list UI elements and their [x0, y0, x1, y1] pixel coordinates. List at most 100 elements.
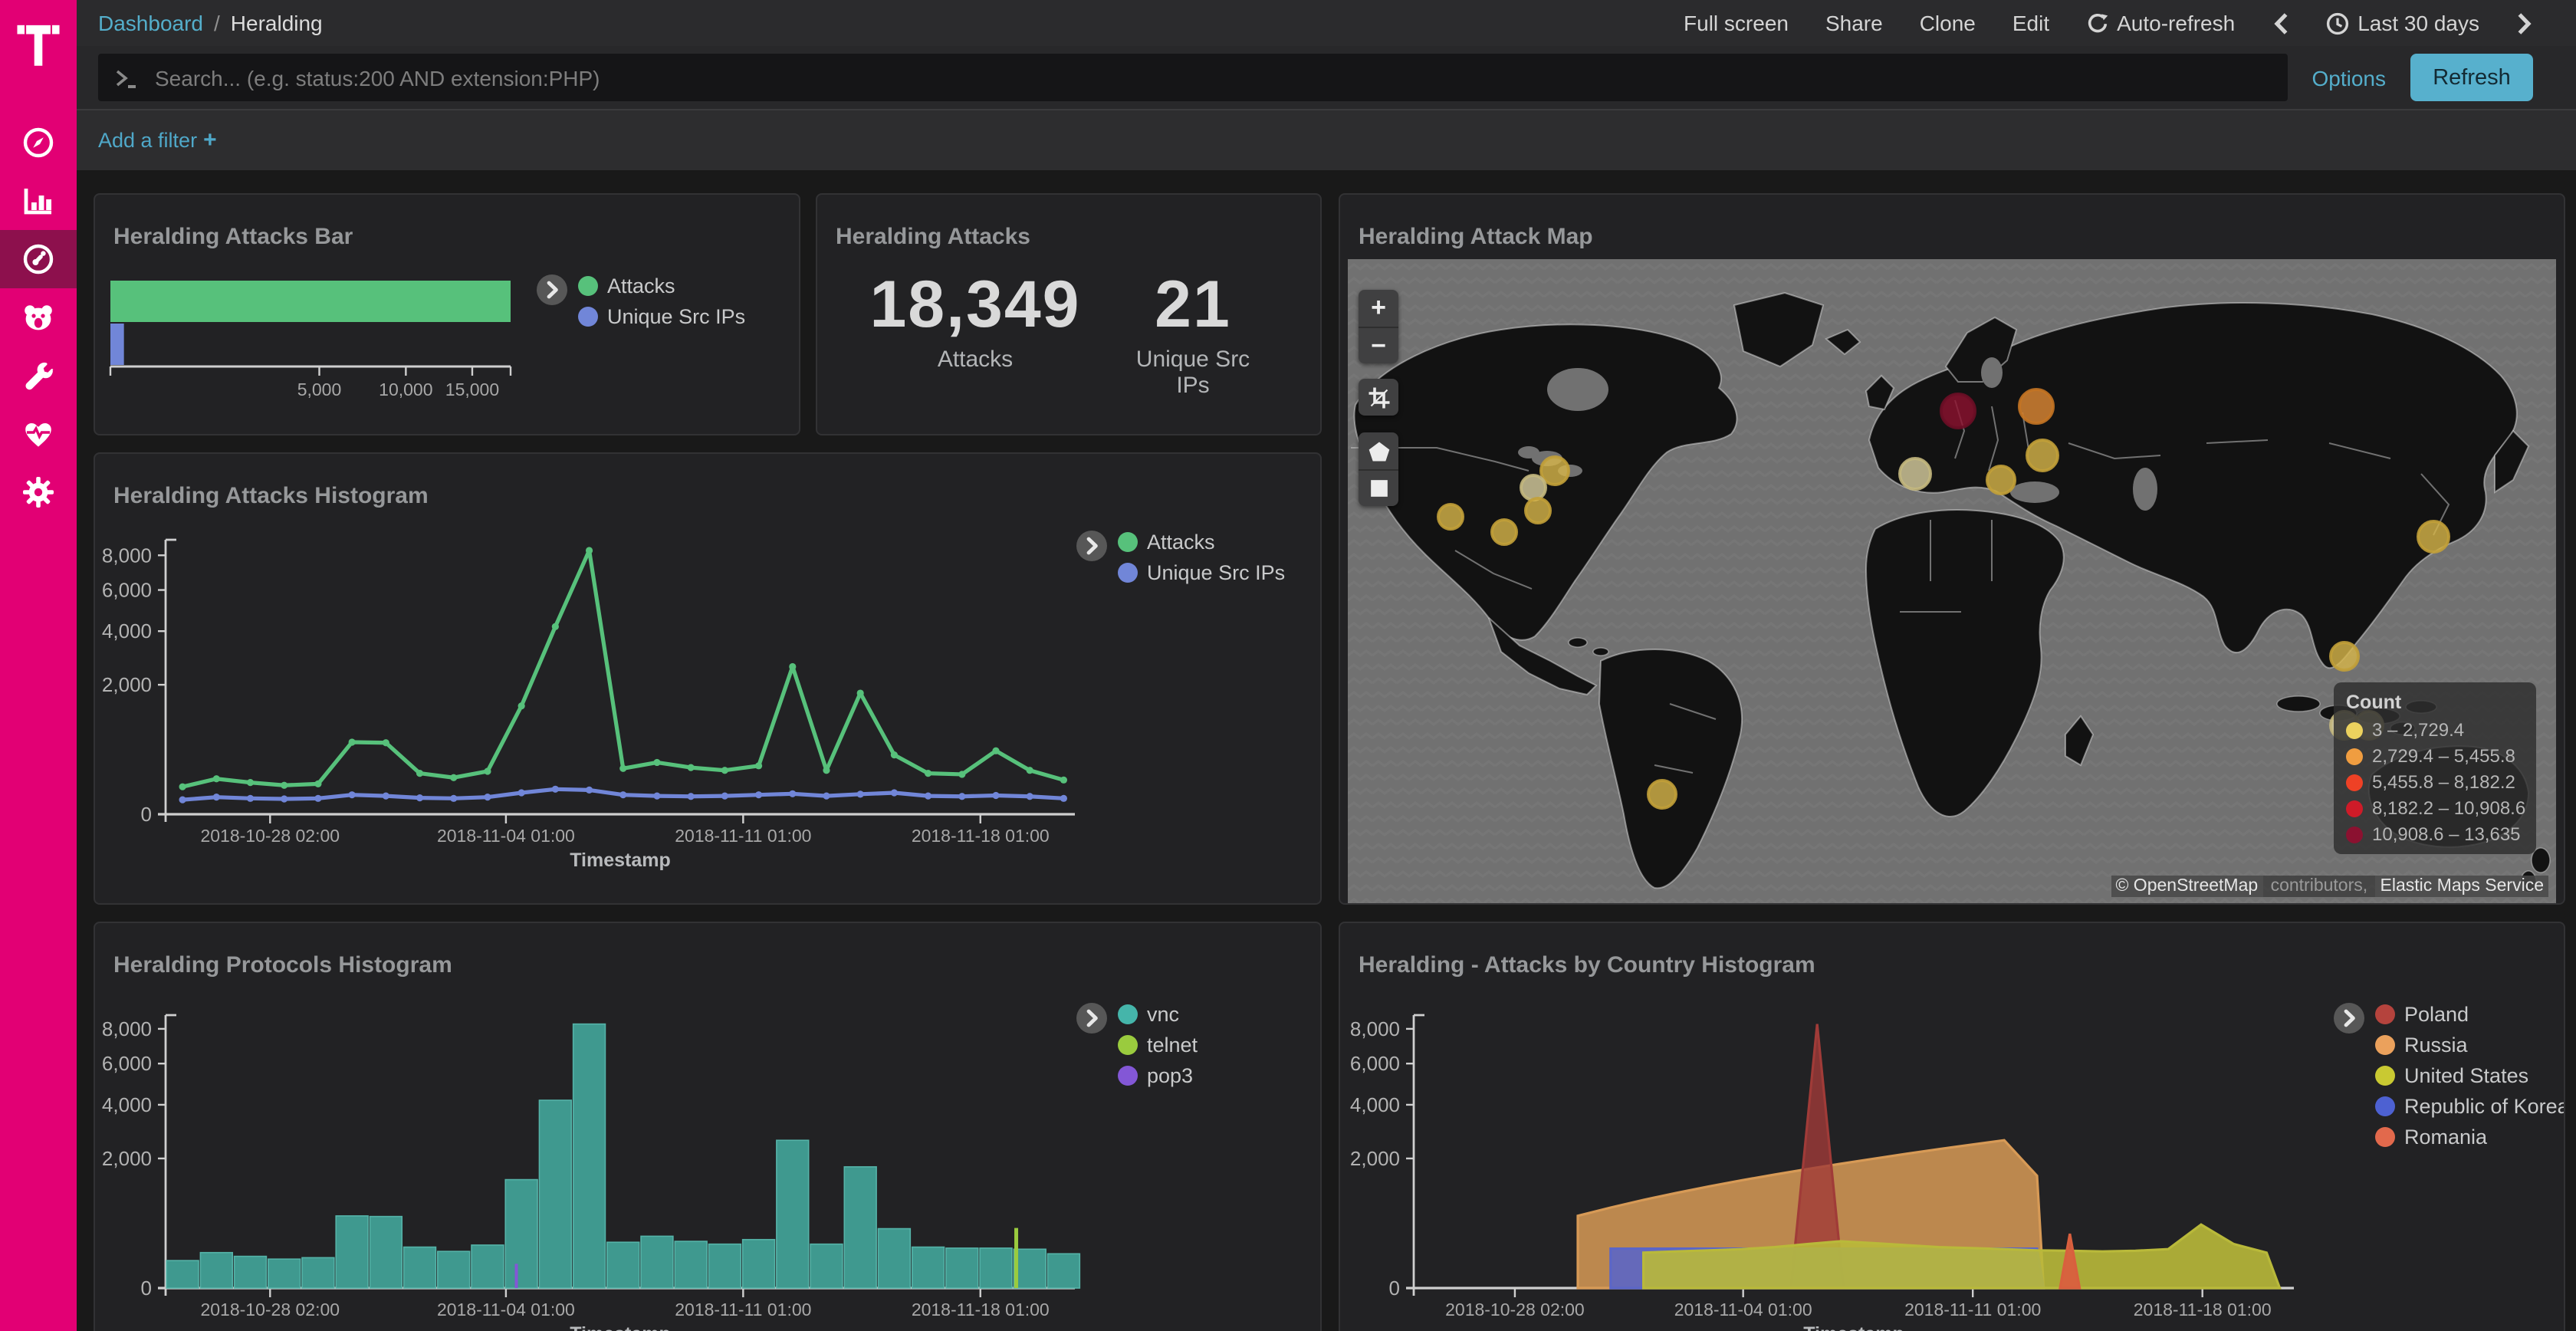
telekom-logo[interactable]	[0, 0, 77, 77]
legend-item-russia[interactable]: Russia	[2375, 1034, 2565, 1057]
legend-item-united-states[interactable]: United States	[2375, 1064, 2565, 1087]
legend-item-telnet[interactable]: telnet	[1118, 1034, 1198, 1057]
breadcrumb-current: Heralding	[231, 11, 323, 35]
map-legend-item: 5,455.8 – 8,182.2	[2346, 771, 2524, 793]
sidebar-item-monitoring[interactable]	[0, 405, 77, 463]
svg-text:0: 0	[141, 803, 152, 826]
chevron-left-icon	[2272, 12, 2288, 35]
panel-title: Heralding Attacks	[836, 225, 1030, 251]
map-legend-dot	[2346, 721, 2363, 738]
legend-item-attacks[interactable]: Attacks	[578, 274, 745, 297]
legend-dot	[2375, 1096, 2395, 1116]
legend-dot	[1118, 1004, 1138, 1024]
zoom-in-button[interactable]: +	[1359, 290, 1398, 327]
legend-item-romania[interactable]: Romania	[2375, 1126, 2565, 1149]
sidebar-item-dev-tools[interactable]	[0, 347, 77, 405]
options-link[interactable]: Options	[2312, 65, 2387, 90]
breadcrumb-dashboard[interactable]: Dashboard	[98, 11, 203, 35]
sidebar-item-tpot[interactable]	[0, 288, 77, 347]
share-button[interactable]: Share	[1825, 11, 1883, 35]
edit-button[interactable]: Edit	[2013, 11, 2049, 35]
attacks-line-chart[interactable]: 02,0004,0006,0008,0002018-10-28 02:00201…	[95, 454, 1322, 905]
time-forward-button[interactable]	[2516, 12, 2533, 35]
rectangle-icon	[1367, 477, 1390, 500]
world-map[interactable]: + −	[1348, 259, 2556, 903]
svg-text:2018-11-04 01:00: 2018-11-04 01:00	[437, 826, 575, 846]
filter-bar: Add a filter+	[77, 110, 2576, 170]
svg-text:4,000: 4,000	[102, 619, 152, 642]
map-legend-title: Count	[2346, 692, 2524, 713]
svg-text:4,000: 4,000	[1350, 1093, 1400, 1116]
legend: Poland Russia United States Republic of Kor…	[2334, 1003, 2565, 1149]
legend-item-unique-src-ips[interactable]: Unique Src IPs	[1118, 561, 1285, 584]
metric-value: 21	[1129, 268, 1257, 343]
dashboard-grid: Heralding Attacks Bar 5,00010,00015,000 …	[77, 170, 2576, 1331]
add-filter-link[interactable]: Add a filter+	[98, 127, 217, 153]
legend-toggle-icon[interactable]	[2334, 1003, 2364, 1034]
full-screen-button[interactable]: Full screen	[1684, 11, 1789, 35]
legend-item-unique-src-ips[interactable]: Unique Src IPs	[578, 305, 745, 328]
legend-item-attacks[interactable]: Attacks	[1118, 531, 1285, 554]
refresh-button[interactable]: Refresh	[2410, 54, 2533, 101]
svg-text:8,000: 8,000	[1350, 1017, 1400, 1040]
sidebar-item-visualize[interactable]	[0, 172, 77, 230]
rectangle-tool-button[interactable]	[1359, 469, 1398, 506]
metric-attacks: 18,349 Attacks	[869, 268, 1080, 373]
chevron-right-icon	[2516, 12, 2533, 35]
svg-text:6,000: 6,000	[1350, 1052, 1400, 1075]
map-legend-dot	[2346, 826, 2363, 843]
zoom-out-button[interactable]: −	[1359, 327, 1398, 363]
bar-chart-icon	[20, 182, 57, 219]
refresh-icon	[2086, 12, 2108, 34]
breadcrumb-separator: /	[214, 11, 220, 35]
legend-toggle-icon[interactable]	[1076, 531, 1107, 561]
legend-label: United States	[2404, 1064, 2528, 1087]
app-root: Dashboard / Heralding Full screen Share …	[0, 0, 2576, 1331]
map-legend-label: 2,729.4 – 5,455.8	[2372, 745, 2515, 767]
auto-refresh-button[interactable]: Auto-refresh	[2086, 11, 2235, 35]
crop-fit-button[interactable]	[1359, 379, 1398, 416]
svg-text:5,000: 5,000	[297, 380, 342, 399]
heartbeat-icon	[20, 416, 57, 452]
legend-label: Russia	[2404, 1034, 2468, 1057]
search-input[interactable]	[152, 64, 2272, 91]
legend-item-pop3[interactable]: pop3	[1118, 1064, 1198, 1087]
panel-title: Heralding Attacks Histogram	[113, 484, 429, 510]
svg-text:2018-10-28 02:00: 2018-10-28 02:00	[200, 826, 340, 846]
clone-button[interactable]: Clone	[1920, 11, 1976, 35]
legend-dot	[1118, 532, 1138, 552]
legend-toggle-icon[interactable]	[1076, 1003, 1107, 1034]
legend-dot	[2375, 1066, 2395, 1086]
gauge-icon	[20, 241, 57, 278]
gear-icon	[20, 474, 57, 511]
legend-item-poland[interactable]: Poland	[2375, 1003, 2565, 1026]
map-legend-item: 3 – 2,729.4	[2346, 719, 2524, 741]
sidebar-item-management[interactable]	[0, 463, 77, 521]
legend-item-republic-of-korea[interactable]: Republic of Korea	[2375, 1095, 2565, 1118]
time-back-button[interactable]	[2272, 12, 2288, 35]
metric-label: Attacks	[869, 347, 1080, 373]
sidebar-item-discover[interactable]	[0, 113, 77, 172]
map-zoom-controls: + −	[1359, 290, 1398, 363]
sidebar-item-dashboard[interactable]	[0, 230, 77, 288]
svg-text:2018-11-11 01:00: 2018-11-11 01:00	[675, 1300, 811, 1319]
legend-item-vnc[interactable]: vnc	[1118, 1003, 1198, 1026]
legend-label: Unique Src IPs	[1147, 561, 1285, 584]
panel-title: Heralding Attack Map	[1359, 225, 1593, 251]
svg-text:2018-11-18 01:00: 2018-11-18 01:00	[2134, 1300, 2272, 1319]
legend-dot	[578, 307, 598, 327]
elastic-maps-link[interactable]: Elastic Maps Service	[2376, 876, 2548, 897]
legend-dot	[2375, 1127, 2395, 1147]
panel-attack-map: Heralding Attack Map + −	[1339, 193, 2565, 905]
openstreetmap-link[interactable]: © OpenStreetMap	[2111, 876, 2262, 897]
map-legend-item: 2,729.4 – 5,455.8	[2346, 745, 2524, 767]
svg-text:Timestamp: Timestamp	[570, 850, 671, 871]
svg-text:2018-11-11 01:00: 2018-11-11 01:00	[675, 826, 811, 846]
legend-toggle-icon[interactable]	[537, 274, 567, 305]
protocols-bar-chart[interactable]: 02,0004,0006,0008,0002018-10-28 02:00201…	[95, 923, 1322, 1331]
search-input-box[interactable]	[98, 54, 2288, 101]
time-picker-button[interactable]: Last 30 days	[2325, 11, 2479, 35]
clock-icon	[2325, 12, 2348, 35]
map-legend-dot	[2346, 774, 2363, 790]
polygon-tool-button[interactable]	[1359, 432, 1398, 469]
